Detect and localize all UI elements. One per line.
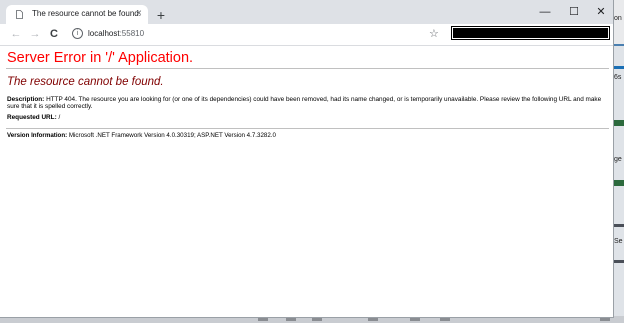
bookmark-star-icon[interactable]: ☆ xyxy=(429,27,439,40)
url-text: localhost:55810 xyxy=(88,29,144,38)
tab-active[interactable]: The resource cannot be found. × xyxy=(6,5,148,24)
taskbar-item xyxy=(440,318,450,321)
strip-divider xyxy=(613,44,624,46)
redaction-box xyxy=(452,27,609,39)
taskbar-item xyxy=(286,318,296,321)
strip-divider xyxy=(613,120,624,126)
page-icon xyxy=(16,10,23,19)
version-label: Version Information: xyxy=(7,132,68,139)
background-app-strip: on 6s ge Se xyxy=(613,0,624,323)
tab-title: The resource cannot be found. xyxy=(32,9,141,18)
strip-text: on xyxy=(614,15,622,22)
taskbar-item xyxy=(258,318,268,321)
reload-button[interactable]: C xyxy=(46,27,62,42)
divider xyxy=(6,128,609,129)
strip-divider xyxy=(613,180,624,186)
info-icon[interactable]: i xyxy=(72,28,83,39)
description-text: HTTP 404. The resource you are looking f… xyxy=(7,96,602,111)
error-subtitle: The resource cannot be found. xyxy=(7,76,164,88)
page-content: Server Error in '/' Application. The res… xyxy=(0,46,613,317)
strip-text: 6s xyxy=(614,74,622,81)
strip-divider xyxy=(613,224,624,227)
back-button[interactable]: ← xyxy=(8,27,24,42)
strip-segment xyxy=(613,0,624,44)
url-host: localhost xyxy=(88,29,120,38)
tab-close-icon[interactable]: × xyxy=(136,8,142,20)
requested-url-label: Requested URL: xyxy=(7,114,57,121)
new-tab-button[interactable]: + xyxy=(153,8,169,24)
page-title: Server Error in '/' Application. xyxy=(7,50,194,66)
url-port: :55810 xyxy=(119,29,145,38)
forward-button[interactable]: → xyxy=(27,27,43,42)
strip-divider xyxy=(613,260,624,263)
divider xyxy=(6,68,609,69)
title-bar: The resource cannot be found. × + — ☐ ✕ xyxy=(0,0,613,24)
strip-text: ge xyxy=(614,156,622,163)
strip-text: Se xyxy=(614,238,623,245)
version-text: Microsoft .NET Framework Version 4.0.303… xyxy=(67,132,276,139)
minimize-button[interactable]: — xyxy=(532,3,558,21)
description-label: Description: xyxy=(7,96,45,103)
requested-url-line: Requested URL: / xyxy=(7,114,60,121)
window-close-button[interactable]: ✕ xyxy=(588,3,614,21)
taskbar-item xyxy=(410,318,420,321)
taskbar-item xyxy=(368,318,378,321)
requested-url-value: / xyxy=(56,114,61,121)
strip-divider xyxy=(613,66,624,69)
taskbar-item xyxy=(600,318,610,321)
address-bar[interactable]: i localhost:55810 xyxy=(72,28,447,41)
taskbar-item xyxy=(312,318,322,321)
browser-window: The resource cannot be found. × + — ☐ ✕ … xyxy=(0,0,614,318)
version-info-line: Version Information: Microsoft .NET Fram… xyxy=(7,132,276,139)
description-paragraph: Description: HTTP 404. The resource you … xyxy=(7,96,607,111)
maximize-button[interactable]: ☐ xyxy=(561,3,587,21)
